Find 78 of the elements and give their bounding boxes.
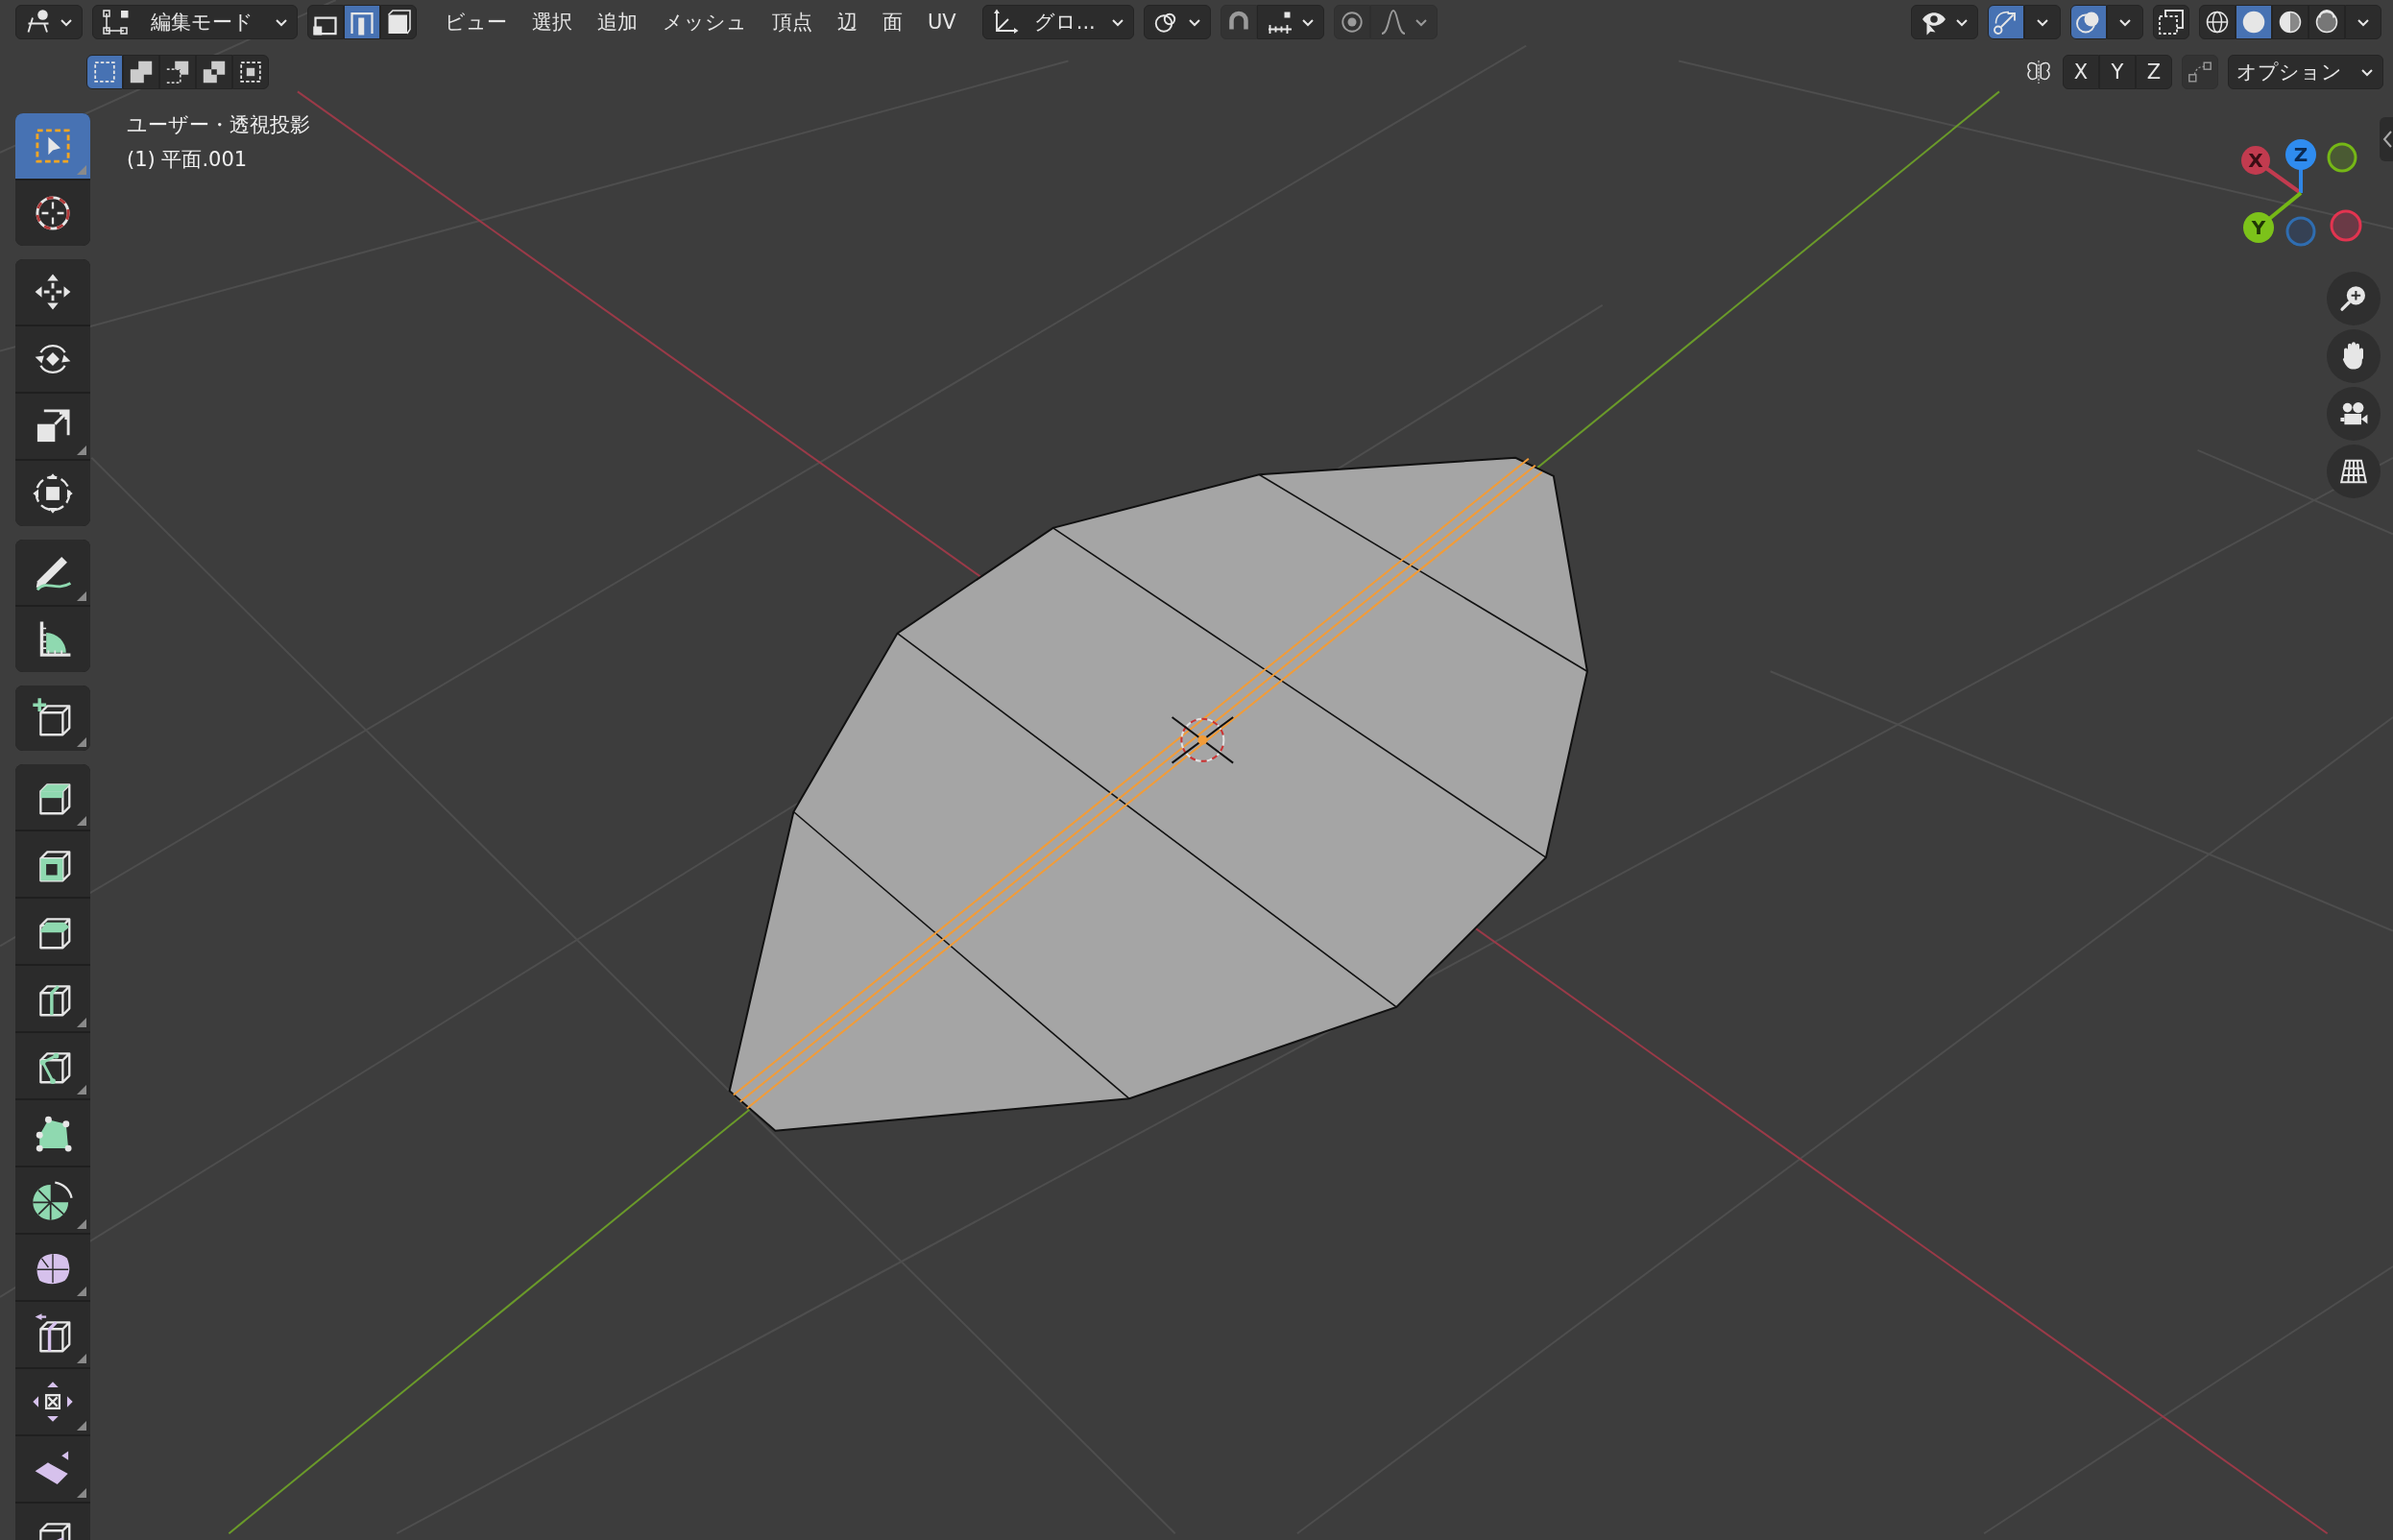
box-select-mode-button[interactable] (123, 55, 159, 89)
menu-item[interactable]: 頂点 (760, 9, 825, 36)
cursor-tool-button[interactable] (15, 180, 90, 246)
box-select-intersect-icon (237, 59, 264, 85)
menu-item[interactable]: 追加 (585, 9, 650, 36)
object-label: (1) 平面.001 (127, 147, 249, 173)
edge-slide-tool-button[interactable] (15, 1302, 90, 1367)
zoom-button[interactable] (2327, 272, 2381, 325)
snap-target-dropdown[interactable] (1256, 5, 1324, 39)
shrink-fatten-icon (31, 1380, 75, 1424)
annotate-tool-button[interactable] (15, 540, 90, 605)
gizmo-toggle[interactable] (1988, 5, 2024, 39)
transform-icon (31, 471, 75, 516)
orientation-dropdown[interactable]: グロ... (981, 5, 1134, 39)
auto-merge-toggle[interactable] (2182, 55, 2218, 89)
xray-toggle[interactable] (2153, 5, 2189, 39)
spin-tool-button[interactable] (15, 1167, 90, 1233)
inset-tool-button[interactable] (15, 831, 90, 897)
shading-mode-button[interactable] (2308, 5, 2345, 39)
shear-tool-button[interactable] (15, 1436, 90, 1502)
rotate-tool-button[interactable] (15, 326, 90, 392)
mirror-axis-toggle[interactable]: X (2063, 55, 2099, 89)
select-mode-button[interactable] (307, 5, 344, 39)
menu-item[interactable]: メッシュ (650, 9, 760, 36)
editor-type-button[interactable] (15, 5, 83, 39)
box-select-set-icon (91, 59, 118, 85)
shading-mode-button[interactable] (2236, 5, 2272, 39)
mode-dropdown[interactable]: 編集モード (92, 5, 298, 39)
gizmo-dropdown[interactable] (2024, 5, 2061, 39)
select-mode-button[interactable] (344, 5, 380, 39)
camera-view-button[interactable] (2327, 387, 2381, 441)
menu-item[interactable]: UV (915, 9, 969, 36)
snap-toggle[interactable] (1220, 5, 1257, 39)
xray-squares-icon (2157, 8, 2186, 36)
bevel-tool-button[interactable] (15, 899, 90, 964)
shrink-fatten-tool-button[interactable] (15, 1369, 90, 1434)
overlay-toggle[interactable] (2070, 5, 2107, 39)
move-tool-button[interactable] (15, 259, 90, 325)
box-select-mode-button[interactable] (86, 55, 123, 89)
perspective-toggle-button[interactable] (2327, 445, 2381, 498)
shading-mode-button[interactable] (2199, 5, 2236, 39)
vertices-square-icon (101, 8, 130, 36)
mirror-axis-toggle[interactable]: Z (2136, 55, 2172, 89)
smooth-tool-button[interactable] (15, 1235, 90, 1300)
proportional-editing-toggle[interactable] (1333, 5, 1370, 39)
extrude-tool-button[interactable] (15, 764, 90, 830)
add-cube-tool-button[interactable] (15, 686, 90, 751)
options-dropdown[interactable]: オプション (2228, 55, 2383, 89)
menu-item[interactable]: 面 (870, 9, 915, 36)
poly-build-tool-button[interactable] (15, 1100, 90, 1166)
box-select-subtract-icon (164, 59, 191, 85)
overlay-dropdown[interactable] (2107, 5, 2143, 39)
box-select-mode-button[interactable] (232, 55, 269, 89)
box-select-mode-button[interactable] (159, 55, 196, 89)
transform-tool-button[interactable] (15, 461, 90, 526)
loop-cut-tool-button[interactable] (15, 966, 90, 1031)
menu-item[interactable]: ビュー (432, 9, 520, 36)
select-mode-button[interactable] (380, 5, 417, 39)
view-name: ユーザー・透視投影 (127, 112, 310, 138)
shading-mode-button[interactable] (2272, 5, 2308, 39)
menu-item[interactable]: 辺 (825, 9, 870, 36)
box-select-invert-icon (201, 59, 228, 85)
knife-tool-button[interactable] (15, 1033, 90, 1098)
sidebar-collapse-tab[interactable] (2380, 117, 2393, 161)
box-select-extend-icon (128, 59, 155, 85)
menu-item[interactable]: 選択 (520, 9, 585, 36)
mirror-axis-toggle[interactable]: Y (2099, 55, 2136, 89)
scale-tool-button[interactable] (15, 394, 90, 459)
3d-cursor-icon (1171, 715, 1235, 764)
measure-tool-button[interactable] (15, 607, 90, 672)
falloff-dropdown[interactable] (1369, 5, 1438, 39)
shading-dropdown[interactable] (2345, 5, 2381, 39)
pivot-dropdown[interactable] (1143, 5, 1211, 39)
pan-button[interactable] (2327, 329, 2381, 383)
box-select-mode-button[interactable] (196, 55, 232, 89)
spin-icon (31, 1178, 75, 1222)
navigation-gizmo[interactable]: X Y Z (2241, 139, 2362, 247)
visibility-dropdown[interactable] (1911, 5, 1978, 39)
